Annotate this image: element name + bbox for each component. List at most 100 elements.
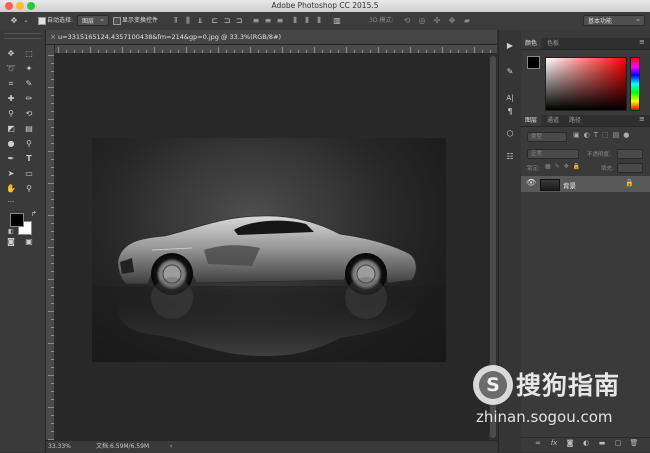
3d-roll-icon[interactable]: ◎ xyxy=(418,16,426,25)
hand-tool-icon[interactable]: ✋ xyxy=(5,183,17,195)
align-vcenter-icon[interactable]: ⫼ xyxy=(184,16,192,25)
horizontal-ruler[interactable] xyxy=(54,45,497,54)
layer-name[interactable]: 背景 xyxy=(563,180,576,190)
distribute-left-icon[interactable]: ⦀ xyxy=(291,16,299,25)
magic-wand-tool-icon[interactable]: ✦ xyxy=(23,63,35,75)
healing-brush-tool-icon[interactable]: ✚ xyxy=(5,93,17,105)
tab-swatches[interactable]: 色板 xyxy=(543,38,563,49)
distribute-vcenter-icon[interactable]: ≡ xyxy=(264,16,272,25)
3d-panel-icon[interactable]: ⬡ xyxy=(504,128,516,140)
auto-select-target-select[interactable]: 图层 xyxy=(77,14,109,26)
auto-select-checkbox[interactable] xyxy=(38,17,46,25)
color-panel-tabs: 颜色 色板 ≡ xyxy=(521,38,650,50)
move-tool-icon[interactable]: ✥ xyxy=(10,16,18,25)
show-transform-label: 显示变换控件 xyxy=(122,17,159,24)
history-panel-icon[interactable]: ▶ xyxy=(504,40,516,52)
workspace-select[interactable]: 基本功能 xyxy=(583,14,645,26)
rectangle-tool-icon[interactable]: ▭ xyxy=(23,168,35,180)
align-hcenter-icon[interactable]: ⊐ xyxy=(223,16,231,25)
type-tool-icon[interactable]: T xyxy=(23,153,35,165)
auto-select-label: 自动选择: xyxy=(47,17,74,24)
eyedropper-tool-icon[interactable]: ✎ xyxy=(23,78,35,90)
3d-mode-label: 3D 模式: xyxy=(369,17,394,24)
3d-orbit-icon[interactable]: ⟲ xyxy=(403,16,411,25)
document-image[interactable] xyxy=(92,138,446,362)
document-tab[interactable]: × u=3315165124,4357100438&fm=214&gp=0.jp… xyxy=(46,30,497,45)
zoom-tool-icon[interactable]: ⚲ xyxy=(23,183,35,195)
distribute-right-icon[interactable]: ⦀ xyxy=(315,16,323,25)
layers-panel-menu-icon[interactable]: ≡ xyxy=(639,115,645,123)
blend-mode-select[interactable]: 正常 xyxy=(527,149,579,159)
zoom-level[interactable]: 33.33% xyxy=(48,441,71,453)
distribute-bottom-icon[interactable]: ≡ xyxy=(276,16,284,25)
fill-label: 填充: xyxy=(601,166,614,172)
chevron-down-icon[interactable]: ⌄ xyxy=(22,16,30,25)
foreground-color-swatch[interactable] xyxy=(10,213,24,227)
hue-slider[interactable] xyxy=(630,57,640,111)
tab-layers[interactable]: 图层 xyxy=(521,115,542,126)
screen-mode-icon[interactable]: ▣ xyxy=(23,236,35,248)
layer-mask-icon[interactable]: ◙ xyxy=(565,438,575,448)
layer-row[interactable]: 👁 背景 🔒 xyxy=(521,176,650,192)
panel-menu-icon[interactable]: ≡ xyxy=(639,38,645,46)
lock-icons[interactable]: ▦✎✥🔒 xyxy=(545,163,584,170)
color-panel-foreground-swatch[interactable] xyxy=(527,56,540,69)
eraser-tool-icon[interactable]: ◩ xyxy=(5,123,17,135)
align-left-icon[interactable]: ⊏ xyxy=(211,16,219,25)
toolbar-grip[interactable] xyxy=(4,33,41,39)
clone-stamp-tool-icon[interactable]: ⚲ xyxy=(5,108,17,120)
move-tool-icon[interactable]: ✥ xyxy=(5,48,17,60)
auto-align-icon[interactable]: ▥ xyxy=(333,16,341,25)
distribute-top-icon[interactable]: ≡ xyxy=(252,16,260,25)
align-bottom-icon[interactable]: ⫫ xyxy=(196,16,204,25)
blend-mode-label: 正常 xyxy=(531,151,543,157)
delete-layer-icon[interactable]: 🗑 xyxy=(629,438,639,448)
color-field[interactable] xyxy=(545,57,627,111)
tab-color[interactable]: 颜色 xyxy=(521,38,542,49)
visibility-eye-icon[interactable]: 👁 xyxy=(526,178,536,187)
more-tools-icon[interactable]: ··· xyxy=(5,196,17,208)
link-layers-icon[interactable]: ∞ xyxy=(533,438,543,448)
app-title: Adobe Photoshop CC 2015.5 xyxy=(271,1,379,10)
brush-tool-icon[interactable]: ✏ xyxy=(23,93,35,105)
character-panel-icon[interactable]: A| xyxy=(504,92,516,104)
options-bar: ✥ ⌄ 自动选择: 图层 显示变换控件 ⫪ ⫼ ⫫ ⊏ ⊐ ⊐ ≡ ≡ ≡ ⦀ … xyxy=(0,12,650,31)
marquee-tool-icon[interactable]: ⬚ xyxy=(23,48,35,60)
opacity-label: 不透明度: xyxy=(587,152,611,158)
3d-slide-icon[interactable]: ✥ xyxy=(448,16,456,25)
close-tab-icon[interactable]: × xyxy=(49,33,57,41)
blur-tool-icon[interactable]: ● xyxy=(5,138,17,150)
3d-scale-icon[interactable]: ▰ xyxy=(463,16,471,25)
layer-kind-filter[interactable]: 类型 xyxy=(527,132,567,142)
show-transform-checkbox[interactable] xyxy=(113,17,121,25)
tab-channels[interactable]: 通道 xyxy=(543,115,563,126)
adjustment-layer-icon[interactable]: ◐ xyxy=(581,438,591,448)
lasso-tool-icon[interactable]: ➰ xyxy=(5,63,17,75)
vertical-ruler[interactable] xyxy=(46,45,55,440)
history-brush-tool-icon[interactable]: ⟲ xyxy=(23,108,35,120)
document-size: 文档:6.59M/6.59M xyxy=(96,443,150,450)
paragraph-panel-icon[interactable]: ¶ xyxy=(504,106,516,118)
properties-panel-icon[interactable]: ☷ xyxy=(504,151,516,163)
fill-field[interactable] xyxy=(617,163,643,173)
crop-tool-icon[interactable]: ⌗ xyxy=(5,78,17,90)
pen-tool-icon[interactable]: ✒ xyxy=(5,153,17,165)
align-top-icon[interactable]: ⫪ xyxy=(172,16,180,25)
status-menu-arrow-icon[interactable]: › xyxy=(170,441,172,453)
layer-filter-icons[interactable]: ▣◐T⬚▤● xyxy=(573,131,633,139)
default-colors-icon[interactable]: ◧ xyxy=(8,228,14,235)
new-layer-icon[interactable]: ▢ xyxy=(613,438,623,448)
new-group-icon[interactable]: ▬ xyxy=(597,438,607,448)
quick-mask-icon[interactable]: ◙ xyxy=(5,236,17,248)
tab-paths[interactable]: 路径 xyxy=(565,115,585,126)
layer-style-icon[interactable]: fx xyxy=(549,438,559,448)
align-right-icon[interactable]: ⊐ xyxy=(235,16,243,25)
dodge-tool-icon[interactable]: ⚲ xyxy=(23,138,35,150)
3d-pan-icon[interactable]: ✣ xyxy=(433,16,441,25)
swap-colors-icon[interactable]: ↱ xyxy=(31,210,37,218)
opacity-field[interactable] xyxy=(617,149,643,159)
gradient-tool-icon[interactable]: ▤ xyxy=(23,123,35,135)
distribute-hcenter-icon[interactable]: ⦀ xyxy=(303,16,311,25)
brush-panel-icon[interactable]: ✎ xyxy=(504,66,516,78)
path-selection-tool-icon[interactable]: ➤ xyxy=(5,168,17,180)
